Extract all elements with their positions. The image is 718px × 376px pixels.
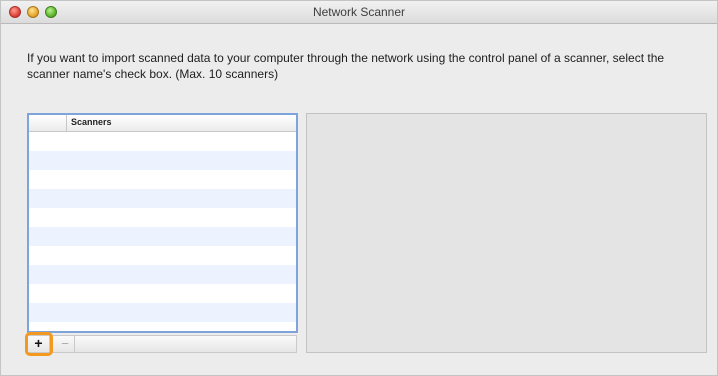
scanner-detail-panel [306,113,707,353]
network-scanner-window: Network Scanner If you want to import sc… [0,0,718,376]
table-row[interactable] [29,170,296,189]
table-row[interactable] [29,265,296,284]
table-row[interactable] [29,189,296,208]
table-row[interactable] [29,303,296,322]
window-title: Network Scanner [312,5,406,19]
title-bar: Network Scanner [1,1,717,24]
instructions-text: If you want to import scanned data to yo… [27,51,665,81]
table-row[interactable] [29,322,296,331]
table-rows [29,132,296,331]
table-row[interactable] [29,227,296,246]
table-row[interactable] [29,208,296,227]
button-divider [74,336,75,352]
add-button-highlight [25,332,53,356]
scanners-table[interactable]: Scanners [27,113,298,333]
scanners-column-header[interactable]: Scanners [71,117,112,127]
table-row[interactable] [29,246,296,265]
checkbox-column-header[interactable] [29,115,67,131]
remove-scanner-button[interactable]: − [56,335,74,352]
table-row[interactable] [29,151,296,170]
table-row[interactable] [29,132,296,151]
table-header: Scanners [29,115,296,132]
table-row[interactable] [29,284,296,303]
